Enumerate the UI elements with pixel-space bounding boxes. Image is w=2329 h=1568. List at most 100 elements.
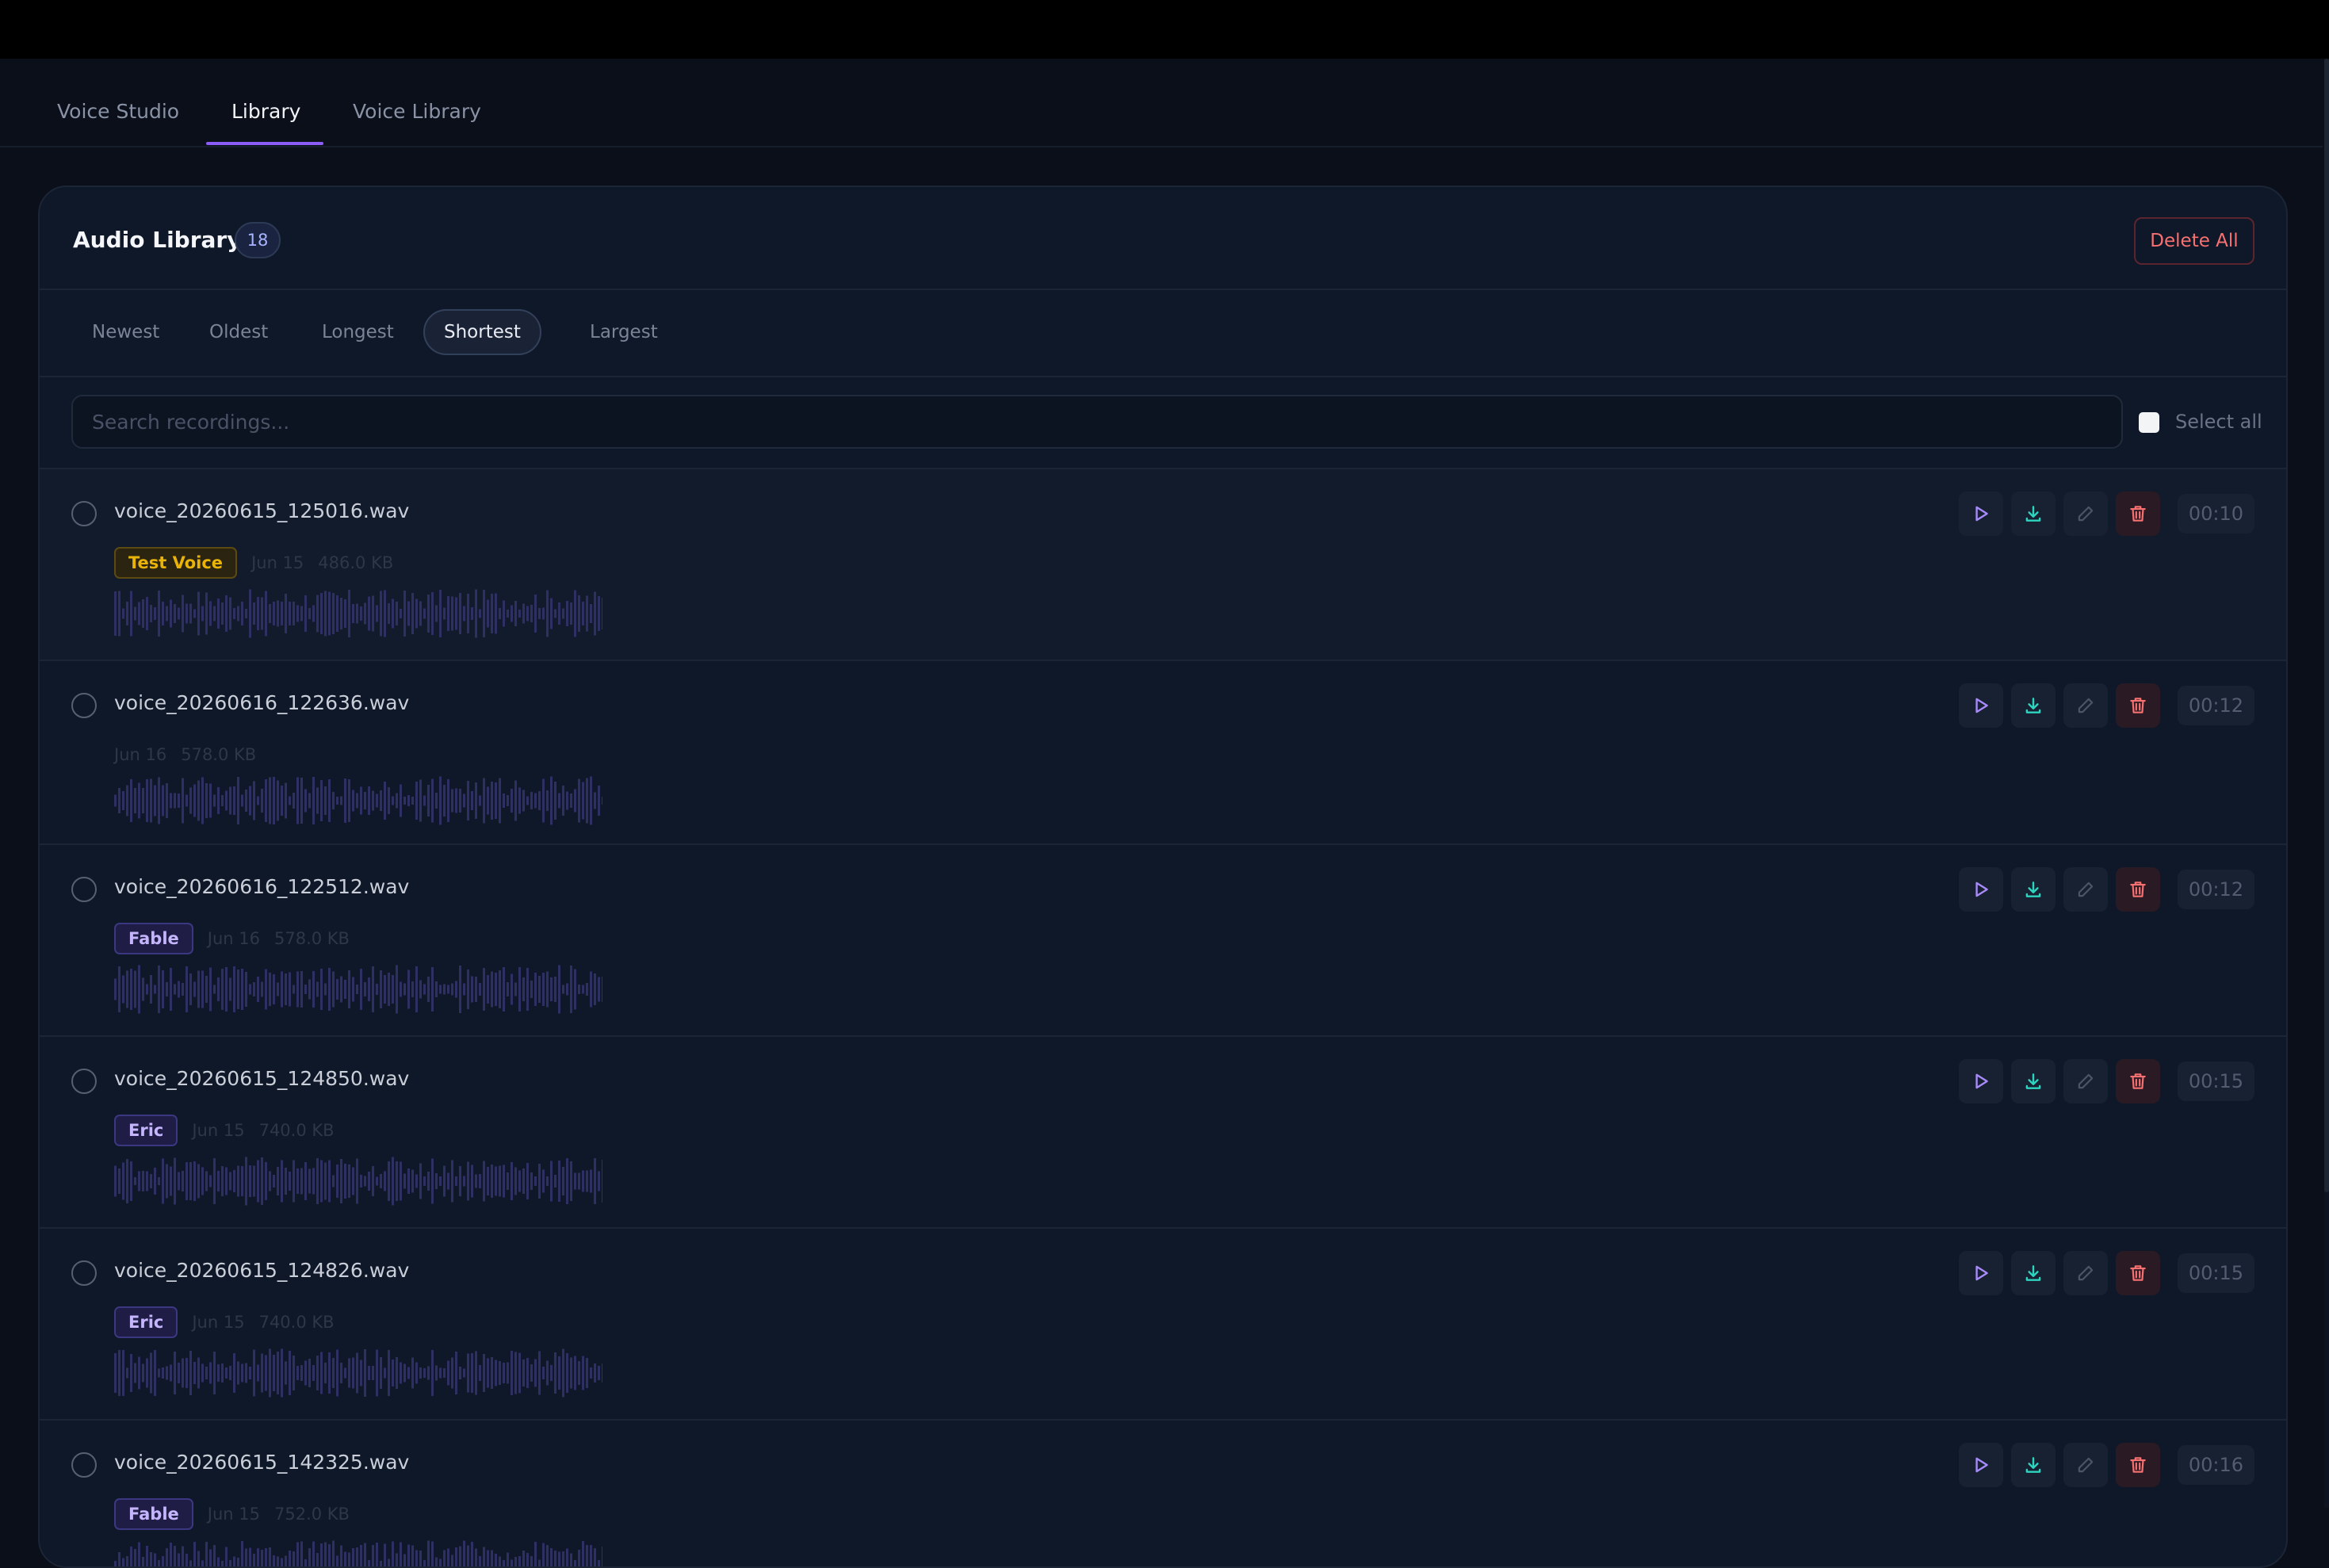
waveform[interactable] [114, 588, 602, 639]
waveform-bar [217, 1558, 220, 1568]
waveform-bar [598, 1172, 600, 1191]
waveform-bar [384, 591, 386, 637]
delete-button[interactable] [2116, 1251, 2160, 1295]
recording-select-checkbox[interactable] [71, 1069, 97, 1094]
waveform[interactable] [114, 775, 602, 826]
waveform-bar [277, 1352, 279, 1394]
waveform-bar [142, 788, 144, 813]
recording-row: voice_20260615_124850.wavEricJun 15740.0… [40, 1037, 2286, 1229]
recording-select-checkbox[interactable] [71, 1260, 97, 1286]
tab-library[interactable]: Library [231, 100, 300, 123]
waveform-bar [146, 1172, 148, 1191]
waveform-bar [118, 1552, 120, 1568]
waveform-bar [308, 1169, 311, 1194]
waveform-bar [598, 1560, 600, 1568]
waveform-bar [150, 1353, 152, 1394]
tab-voice-studio[interactable]: Voice Studio [57, 100, 179, 123]
play-button[interactable] [1959, 491, 2003, 536]
waveform-bar [300, 778, 303, 824]
edit-button[interactable] [2063, 1059, 2108, 1103]
waveform-bar [296, 1168, 299, 1194]
waveform-bar [364, 792, 366, 809]
waveform-bar [261, 1550, 263, 1568]
recording-actions: 00:12 [1959, 683, 2254, 728]
waveform-bar [316, 1553, 319, 1568]
download-button[interactable] [2011, 491, 2056, 536]
select-all-checkbox[interactable] [2139, 412, 2159, 433]
waveform-bar [594, 1363, 596, 1383]
waveform-bar [130, 1354, 132, 1392]
waveform-bar [304, 595, 307, 632]
edit-button[interactable] [2063, 1251, 2108, 1295]
play-button[interactable] [1959, 1059, 2003, 1103]
scrollbar-thumb[interactable] [2324, 59, 2329, 1192]
waveform-bar [578, 985, 580, 994]
waveform-bar [570, 1554, 572, 1568]
play-button[interactable] [1959, 867, 2003, 912]
waveform[interactable] [114, 1348, 602, 1398]
waveform-bar [205, 783, 208, 818]
waveform-bar [376, 606, 378, 622]
edit-button[interactable] [2063, 491, 2108, 536]
waveform-bar [178, 1554, 180, 1568]
waveform[interactable] [114, 1156, 602, 1207]
waveform-bar [205, 593, 208, 635]
waveform-bar [376, 984, 378, 995]
waveform[interactable] [114, 1539, 602, 1568]
waveform-bar [229, 978, 231, 1001]
edit-icon [2075, 695, 2096, 716]
play-button[interactable] [1959, 683, 2003, 728]
delete-button[interactable] [2116, 491, 2160, 536]
waveform-bar [320, 1352, 323, 1394]
sort-largest[interactable]: Largest [571, 309, 677, 355]
waveform-bar [388, 603, 390, 624]
download-button[interactable] [2011, 1251, 2056, 1295]
delete-button[interactable] [2116, 867, 2160, 912]
waveform-bar [546, 972, 549, 1008]
sort-shortest[interactable]: Shortest [423, 309, 541, 355]
tab-bar: Voice Studio Library Voice Library [0, 59, 2323, 147]
waveform[interactable] [114, 964, 602, 1015]
edit-button[interactable] [2063, 867, 2108, 912]
waveform-bar [554, 782, 556, 820]
search-input[interactable] [71, 395, 2123, 449]
play-button[interactable] [1959, 1251, 2003, 1295]
download-button[interactable] [2011, 1059, 2056, 1103]
edit-button[interactable] [2063, 1443, 2108, 1487]
delete-all-button[interactable]: Delete All [2134, 217, 2254, 265]
waveform-bar [467, 1162, 469, 1201]
recording-size: 578.0 KB [181, 745, 256, 764]
download-button[interactable] [2011, 1443, 2056, 1487]
recording-select-checkbox[interactable] [71, 877, 97, 902]
sort-newest[interactable]: Newest [73, 309, 178, 355]
waveform-bar [241, 969, 243, 1010]
waveform-bar [261, 1354, 263, 1393]
waveform-bar [126, 1368, 128, 1379]
waveform-bar [261, 982, 263, 997]
recording-select-checkbox[interactable] [71, 693, 97, 718]
waveform-bar [344, 599, 346, 628]
waveform-bar [122, 1558, 124, 1568]
download-icon [2023, 503, 2044, 524]
waveform-bar [146, 1359, 148, 1388]
waveform-bar [154, 1554, 156, 1568]
edit-button[interactable] [2063, 683, 2108, 728]
select-all-label[interactable]: Select all [2175, 411, 2262, 433]
recording-select-checkbox[interactable] [71, 1452, 97, 1478]
waveform-bar [241, 602, 243, 625]
download-button[interactable] [2011, 867, 2056, 912]
download-button[interactable] [2011, 683, 2056, 728]
sort-longest[interactable]: Longest [303, 309, 413, 355]
waveform-bar [507, 1363, 509, 1384]
play-button[interactable] [1959, 1443, 2003, 1487]
recording-select-checkbox[interactable] [71, 501, 97, 526]
waveform-bar [570, 1161, 572, 1201]
sort-oldest[interactable]: Oldest [190, 309, 287, 355]
tab-voice-library[interactable]: Voice Library [353, 100, 481, 123]
waveform-bar [296, 1543, 299, 1568]
waveform-bar [451, 1161, 453, 1203]
waveform-bar [269, 778, 271, 824]
delete-button[interactable] [2116, 1443, 2160, 1487]
delete-button[interactable] [2116, 1059, 2160, 1103]
delete-button[interactable] [2116, 683, 2160, 728]
